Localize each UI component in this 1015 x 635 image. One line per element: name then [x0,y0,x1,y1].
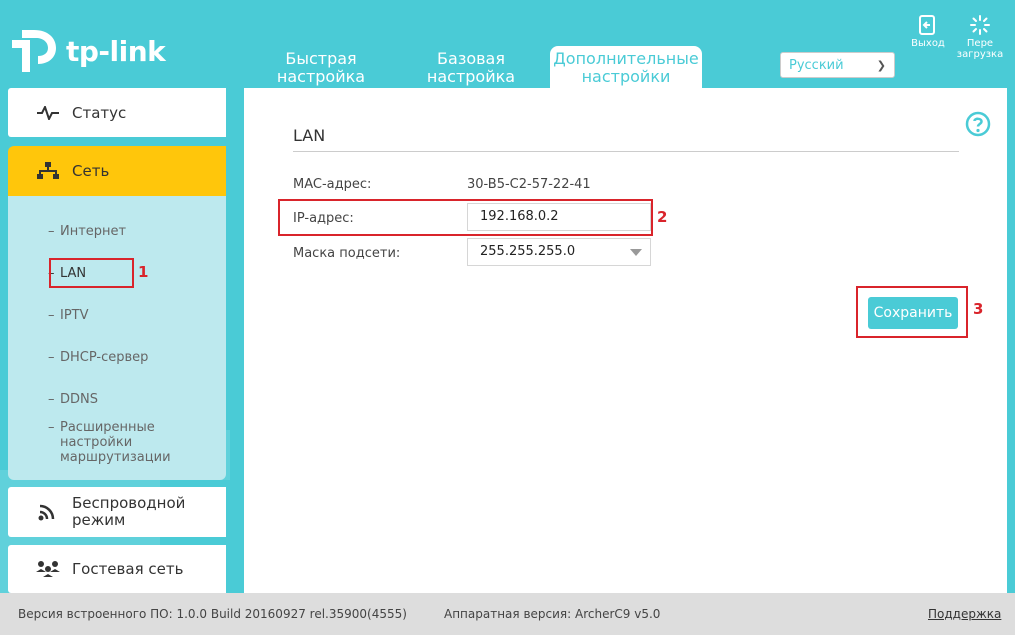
mac-label: MAC-адрес: [293,177,372,192]
footer: Версия встроенного ПО: 1.0.0 Build 20160… [0,593,1015,635]
annotation-number-3: 3 [973,300,984,318]
logout-icon [919,15,935,35]
subnet-mask-value: 255.255.255.0 [480,244,576,259]
tab-basic[interactable]: Базовая настройка [396,46,546,88]
submenu-item-ddns[interactable]: – DDNS [48,392,98,407]
submenu-label: IPTV [60,308,89,323]
submenu-item-advanced-routing[interactable]: – Расширенные настройки маршрутизации [48,420,185,465]
subnet-mask-select[interactable]: 255.255.255.0 [467,238,651,266]
wireless-label-line1: Беспроводной [72,494,186,512]
section-divider [293,151,959,152]
annotation-box-2 [278,199,653,236]
language-selected-value: Русский [789,57,844,73]
firmware-version: Версия встроенного ПО: 1.0.0 Build 20160… [18,607,407,621]
submenu-label: DHCP-сервер [60,350,149,365]
subnet-mask-label: Маска подсети: [293,246,401,261]
wireless-label-line2: режим [72,511,126,529]
submenu-item-internet[interactable]: – Интернет [48,224,127,239]
annotation-box-1 [49,258,134,288]
logo-text: tp-link [66,34,166,68]
network-icon [36,162,60,180]
support-link[interactable]: Поддержка [928,607,1001,621]
annotation-number-2: 2 [657,208,668,226]
language-select[interactable]: Русский ❯ [780,52,895,78]
reboot-label-line2: загрузка [956,49,1004,60]
sidebar-item-wireless[interactable]: Беспроводной режим [8,487,226,537]
tab-quick-setup[interactable]: Быстрая настройка [246,46,396,88]
submenu-label: DDNS [60,392,98,407]
reboot-icon [970,15,990,35]
pulse-icon [36,105,60,120]
sidebar-item-guest[interactable]: Гостевая сеть [8,545,226,593]
dropdown-arrow-icon [630,249,642,256]
logout-button[interactable]: Выход [898,14,958,49]
submenu-label: Интернет [60,224,127,239]
tab-advanced[interactable]: Дополнительные настройки [550,46,702,88]
sidebar-item-status[interactable]: Статус [8,88,226,137]
annotation-number-1: 1 [138,263,149,281]
help-icon[interactable] [965,111,991,137]
tp-link-logo-icon [12,30,56,72]
hardware-version: Аппаратная версия: ArcherC9 v5.0 [444,607,661,621]
submenu-item-dhcp[interactable]: – DHCP-сервер [48,350,149,365]
annotation-box-3 [856,286,968,338]
tp-link-logo[interactable]: tp-link [8,26,166,76]
network-submenu: – Интернет – LAN – IPTV – DHCP-сервер – DDNS … [8,196,226,480]
sidebar-item-label: Беспроводной режим [72,495,185,529]
submenu-item-iptv[interactable]: – IPTV [48,308,89,323]
wifi-icon [36,503,60,521]
sidebar-item-label: Сеть [72,162,110,180]
section-title: LAN [293,126,326,145]
mac-value: 30-B5-C2-57-22-41 [467,177,591,192]
sidebar-item-network[interactable]: Сеть [8,146,226,196]
guest-icon [36,560,60,578]
content-panel: LAN MAC-адрес: 30-B5-C2-57-22-41 IP-адре… [244,88,1007,593]
reboot-button[interactable]: Пере загрузка [950,14,1010,60]
logout-label: Выход [911,38,945,49]
chevron-down-icon: ❯ [876,58,886,72]
top-tabs: Быстрая настройка Базовая настройка Допо… [246,46,702,88]
sidebar-item-label: Статус [72,103,127,122]
reboot-label-line1: Пере [966,38,994,49]
sidebar-item-label: Гостевая сеть [72,560,184,578]
submenu-label: Расширенные настройки маршрутизации [60,420,171,465]
